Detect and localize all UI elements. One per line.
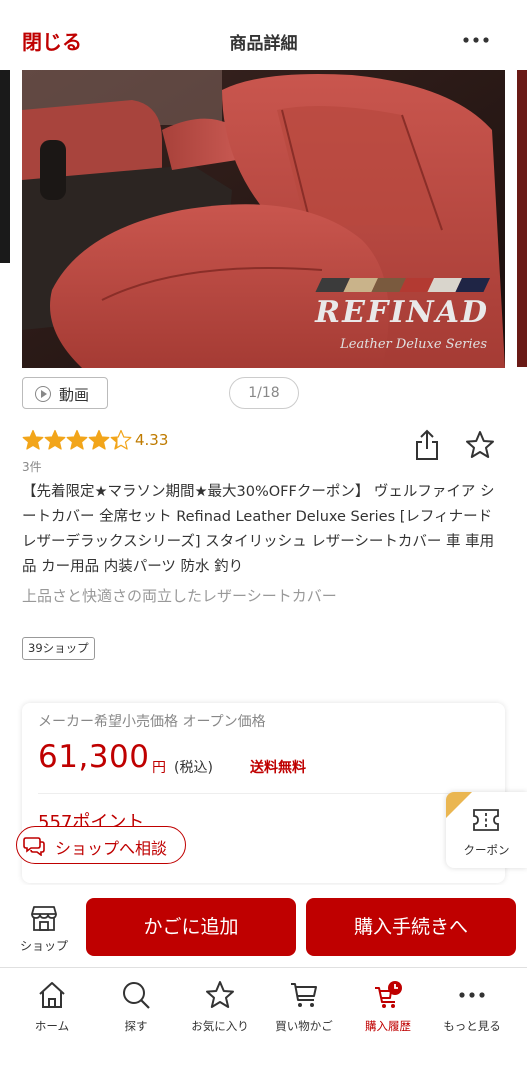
star-icon [44, 429, 66, 450]
next-image-peek[interactable] [517, 70, 527, 367]
rating-value[interactable]: 4.33 [135, 431, 168, 449]
star-icon [206, 981, 234, 1008]
coupon-corner-decoration [446, 792, 472, 818]
app-header: 閉じる 商品詳細 [0, 0, 527, 70]
star-icon [66, 429, 88, 450]
nav-item-home[interactable]: ホーム [10, 978, 94, 1038]
image-carousel[interactable]: REFINAD Leather Deluxe Series [0, 70, 527, 370]
coupon-label: クーポン [463, 843, 510, 857]
star-icon [22, 429, 44, 450]
buy-now-button[interactable]: 購入手続きへ [306, 898, 516, 956]
search-icon [123, 982, 150, 1009]
home-icon [39, 982, 65, 1008]
price-currency: 円 [152, 760, 166, 776]
consult-shop-label: ショップへ相談 [55, 839, 168, 858]
price-amount: 61,300 [38, 739, 150, 775]
brand-logo: REFINAD [315, 295, 489, 330]
product-image[interactable]: REFINAD Leather Deluxe Series [22, 70, 505, 368]
nav-item-label: お気に入り [191, 1019, 249, 1033]
star-icon [88, 429, 110, 450]
consult-shop-button[interactable]: ショップへ相談 [16, 826, 186, 864]
nav-item-cart[interactable]: 買い物かご [262, 978, 346, 1038]
nav-item-label: 購入履歴 [365, 1019, 411, 1033]
nav-item-more[interactable]: もっと見る [430, 978, 514, 1038]
nav-item-purchase-history[interactable]: 購入履歴 [346, 978, 430, 1038]
brand-subtitle: Leather Deluxe Series [340, 337, 487, 352]
nav-item-label: 買い物かご [275, 1019, 333, 1033]
favorite-star-icon[interactable] [465, 430, 495, 460]
nav-item-label: ホーム [34, 1019, 70, 1033]
nav-item-label: もっと見る [443, 1019, 501, 1033]
nav-item-search[interactable]: 探す [94, 978, 178, 1038]
nav-item-label: 探す [124, 1019, 148, 1033]
previous-image-peek[interactable] [0, 70, 10, 263]
bottom-navigation: ホーム 探す お気に入り 買い物かご 購入履歴 もっと見る [0, 967, 527, 1080]
coupon-button[interactable]: クーポン [446, 792, 527, 868]
divider [38, 793, 489, 794]
more-dots-icon[interactable] [463, 37, 489, 43]
product-title: 【先着限定★マラソン期間★最大30%OFFクーポン】 ヴェルファイア シートカバ… [22, 484, 495, 575]
ticket-icon [473, 809, 499, 831]
shop-badge: 39ショップ [22, 637, 95, 660]
star-icon [110, 429, 132, 450]
video-button-label: 動画 [59, 386, 90, 404]
purchase-history-icon [375, 981, 402, 1008]
cart-icon [291, 983, 317, 1007]
product-subtitle: 上品さと快適さの両立したレザーシートカバー [22, 587, 337, 605]
nav-item-favorites[interactable]: お気に入り [178, 978, 262, 1038]
play-icon [35, 386, 51, 402]
share-icon[interactable] [413, 429, 441, 461]
chat-icon [23, 837, 45, 856]
video-button[interactable]: 動画 [22, 377, 108, 409]
rating-stars[interactable] [22, 429, 132, 451]
shop-button[interactable]: ショップ [16, 900, 72, 956]
more-icon [459, 992, 485, 998]
page-title: 商品詳細 [229, 34, 298, 54]
purchase-bar: ショップ かごに追加 購入手続きへ [0, 885, 527, 967]
msrp-label: メーカー希望小売価格 オープン価格 [38, 714, 266, 730]
review-count[interactable]: 3件 [22, 458, 42, 475]
free-shipping-label: 送料無料 [250, 760, 306, 776]
tax-label: (税込) [174, 760, 213, 776]
image-counter: 1/18 [229, 377, 299, 409]
shop-icon [31, 906, 57, 931]
add-to-cart-button[interactable]: かごに追加 [86, 898, 296, 956]
shop-button-label: ショップ [19, 939, 68, 953]
